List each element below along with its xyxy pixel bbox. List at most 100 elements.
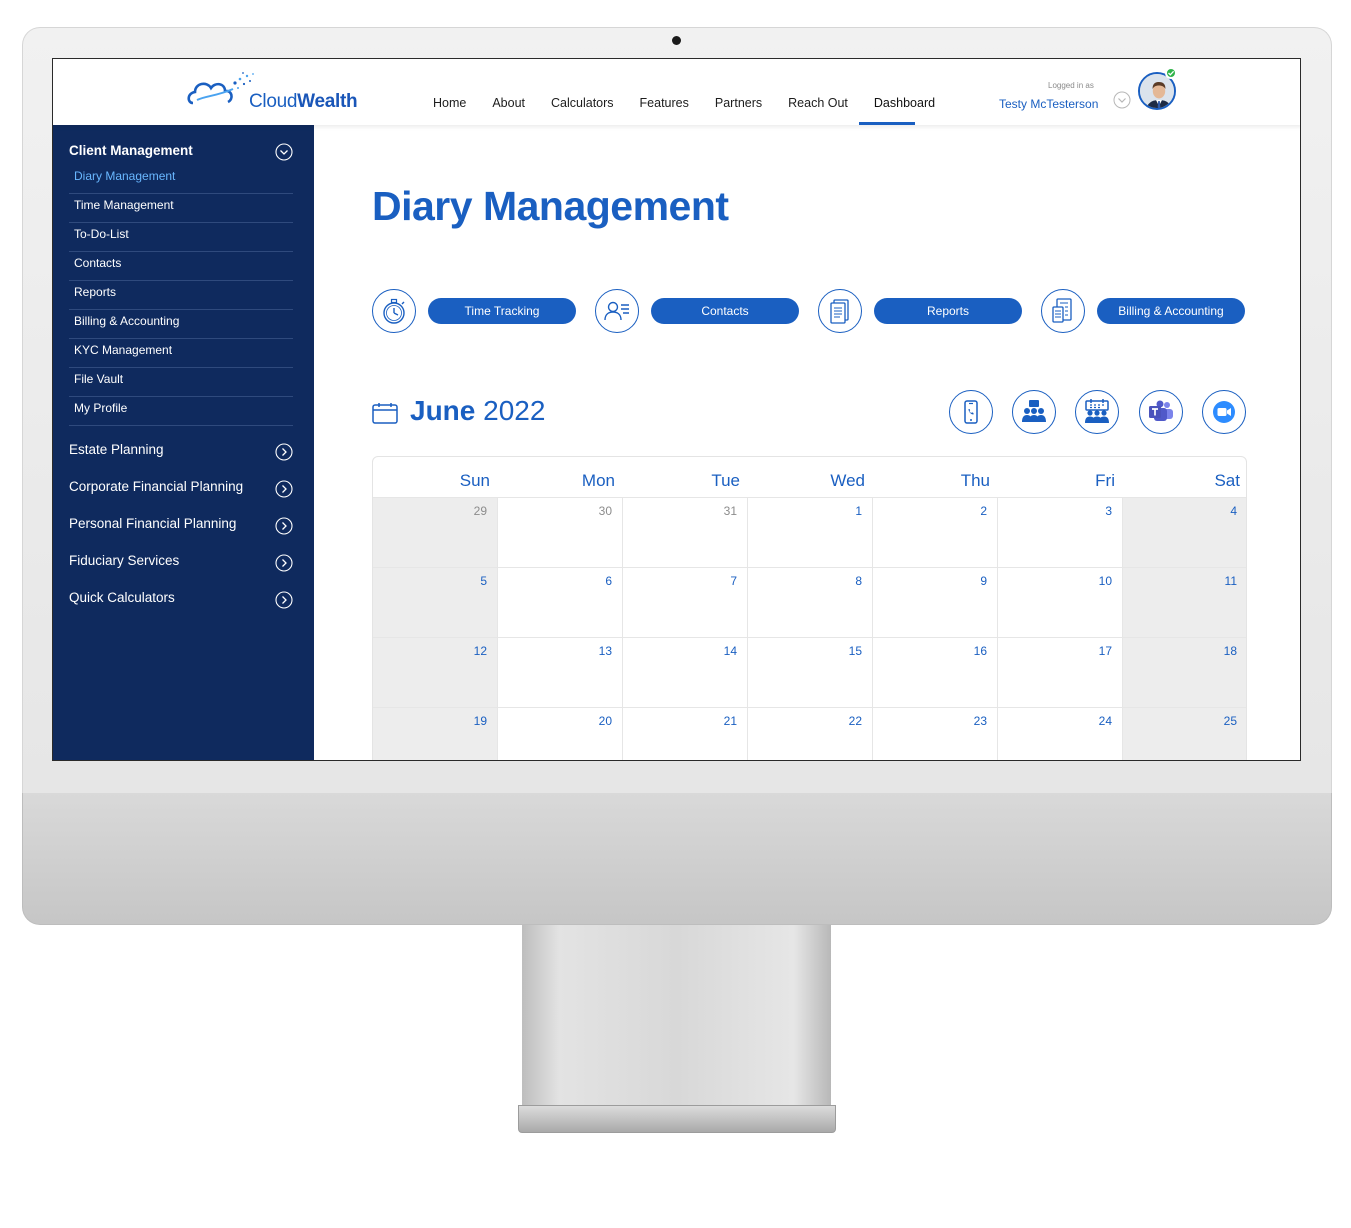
calendar-day[interactable]: 25: [1123, 707, 1246, 760]
sidebar-item-fiduciary-services[interactable]: Fiduciary Services: [69, 553, 293, 575]
calendar-day[interactable]: 17: [998, 637, 1123, 707]
sidebar-item-label: Corporate Financial Planning: [69, 479, 244, 494]
contact-card-icon[interactable]: [595, 289, 639, 333]
online-status-icon: [1165, 67, 1177, 79]
nav-features[interactable]: Features: [640, 96, 689, 110]
sidebar-item-label: Quick Calculators: [69, 590, 175, 605]
sidebar: Client Management Diary Management Time …: [53, 125, 314, 760]
nav-home[interactable]: Home: [433, 96, 466, 110]
calendar-day[interactable]: 8: [748, 567, 873, 637]
nav-dashboard[interactable]: Dashboard: [874, 96, 935, 110]
calendar-day[interactable]: 21: [623, 707, 748, 760]
sidebar-item-label: Fiduciary Services: [69, 553, 180, 568]
sidebar-item-label: Estate Planning: [69, 442, 164, 457]
calendar-day[interactable]: 23: [873, 707, 998, 760]
sidebar-item-my-profile[interactable]: My Profile: [69, 397, 293, 426]
calendar-day[interactable]: 2: [873, 497, 998, 567]
calendar-day[interactable]: 7: [623, 567, 748, 637]
invoice-icon[interactable]: [1041, 289, 1085, 333]
chevron-right-icon: [275, 591, 293, 609]
active-nav-indicator: [859, 122, 915, 125]
sidebar-item-reports[interactable]: Reports: [69, 281, 293, 310]
report-document-icon[interactable]: [818, 289, 862, 333]
calendar-day[interactable]: 4: [1123, 497, 1246, 567]
calendar-day[interactable]: 16: [873, 637, 998, 707]
weekday-label: Mon: [581, 471, 615, 490]
sidebar-item-to-do-list[interactable]: To-Do-List: [69, 223, 293, 252]
cloud-logo-icon: [187, 72, 254, 105]
main-nav: Home About Calculators Features Partners…: [433, 96, 961, 110]
calendar-day[interactable]: 20: [498, 707, 623, 760]
sidebar-item-file-vault[interactable]: File Vault: [69, 368, 293, 397]
calendar-day[interactable]: 30: [498, 497, 623, 567]
app-screen: CloudWealth Home About Calculators Featu…: [52, 58, 1301, 761]
calendar-day[interactable]: 12: [373, 637, 498, 707]
calendar-day[interactable]: 1: [748, 497, 873, 567]
teams-icon[interactable]: [1139, 390, 1183, 434]
calendar-day[interactable]: 5: [373, 567, 498, 637]
month-title: June 2022: [410, 395, 546, 426]
collapse-chevron-icon[interactable]: [275, 143, 293, 161]
sidebar-section-title[interactable]: Client Management: [69, 143, 193, 158]
sidebar-item-label: Personal Financial Planning: [69, 516, 237, 531]
calendar-day[interactable]: 9: [873, 567, 998, 637]
nav-calculators[interactable]: Calculators: [551, 96, 614, 110]
sidebar-item-quick-calculators[interactable]: Quick Calculators: [69, 590, 293, 612]
meeting-calendar-icon[interactable]: [1075, 390, 1119, 434]
chevron-right-icon: [275, 443, 293, 461]
calendar-day[interactable]: 15: [748, 637, 873, 707]
user-name[interactable]: Testy McTesterson: [999, 97, 1098, 111]
calendar-day[interactable]: 31: [623, 497, 748, 567]
sidebar-item-billing-accounting[interactable]: Billing & Accounting: [69, 310, 293, 339]
monitor-base: [518, 1105, 836, 1133]
calendar-day[interactable]: 18: [1123, 637, 1246, 707]
contacts-button[interactable]: Contacts: [651, 298, 799, 324]
nav-partners[interactable]: Partners: [715, 96, 762, 110]
top-navigation-bar: CloudWealth Home About Calculators Featu…: [53, 59, 1300, 125]
sidebar-item-kyc-management[interactable]: KYC Management: [69, 339, 293, 368]
calendar-day[interactable]: 24: [998, 707, 1123, 760]
billing-accounting-button[interactable]: Billing & Accounting: [1097, 298, 1245, 324]
sidebar-item-time-management[interactable]: Time Management: [69, 194, 293, 223]
calendar-day[interactable]: 11: [1123, 567, 1246, 637]
calendar-day[interactable]: 13: [498, 637, 623, 707]
user-avatar-icon: [1140, 74, 1174, 108]
phone-call-icon[interactable]: [949, 390, 993, 434]
sidebar-item-diary-management[interactable]: Diary Management: [69, 165, 293, 194]
weekday-label: Wed: [830, 471, 865, 490]
brand-name: CloudWealth: [249, 91, 358, 112]
monitor-stand: [522, 925, 831, 1107]
chevron-right-icon: [275, 517, 293, 535]
chevron-right-icon: [275, 554, 293, 572]
nav-reach-out[interactable]: Reach Out: [788, 96, 848, 110]
month-calendar: Sun Mon Tue Wed Thu Fri Sat 29 30 31 1 2 3 4 5 6…: [372, 456, 1247, 760]
calendar-day[interactable]: 3: [998, 497, 1123, 567]
sidebar-item-contacts[interactable]: Contacts: [69, 252, 293, 281]
nav-about[interactable]: About: [492, 96, 525, 110]
sidebar-item-personal-financial-planning[interactable]: Personal Financial Planning: [69, 516, 293, 538]
calendar-day[interactable]: 19: [373, 707, 498, 760]
page-title: Diary Management: [372, 183, 729, 229]
calendar-day[interactable]: 29: [373, 497, 498, 567]
weekday-label: Sat: [1214, 471, 1240, 490]
zoom-video-icon[interactable]: [1202, 390, 1246, 434]
sidebar-item-corporate-financial-planning[interactable]: Corporate Financial Planning: [69, 479, 293, 501]
calendar-day[interactable]: 14: [623, 637, 748, 707]
monitor-chin: [22, 793, 1332, 925]
chevron-right-icon: [275, 480, 293, 498]
stopwatch-icon[interactable]: [372, 289, 416, 333]
webcam: [672, 36, 681, 45]
weekday-label: Fri: [1095, 471, 1115, 490]
sidebar-item-estate-planning[interactable]: Estate Planning: [69, 442, 293, 464]
calendar-day[interactable]: 10: [998, 567, 1123, 637]
calendar-day[interactable]: 6: [498, 567, 623, 637]
weekday-header: Sun Mon Tue Wed Thu Fri Sat: [373, 457, 1246, 497]
user-menu-chevron-icon[interactable]: [1113, 91, 1131, 109]
time-tracking-button[interactable]: Time Tracking: [428, 298, 576, 324]
weekday-label: Sun: [459, 471, 490, 490]
group-chat-icon[interactable]: [1012, 390, 1056, 434]
reports-button[interactable]: Reports: [874, 298, 1022, 324]
calendar-day[interactable]: 22: [748, 707, 873, 760]
logged-in-label: Logged in as: [1048, 81, 1094, 90]
calendar-icon: [372, 403, 398, 424]
